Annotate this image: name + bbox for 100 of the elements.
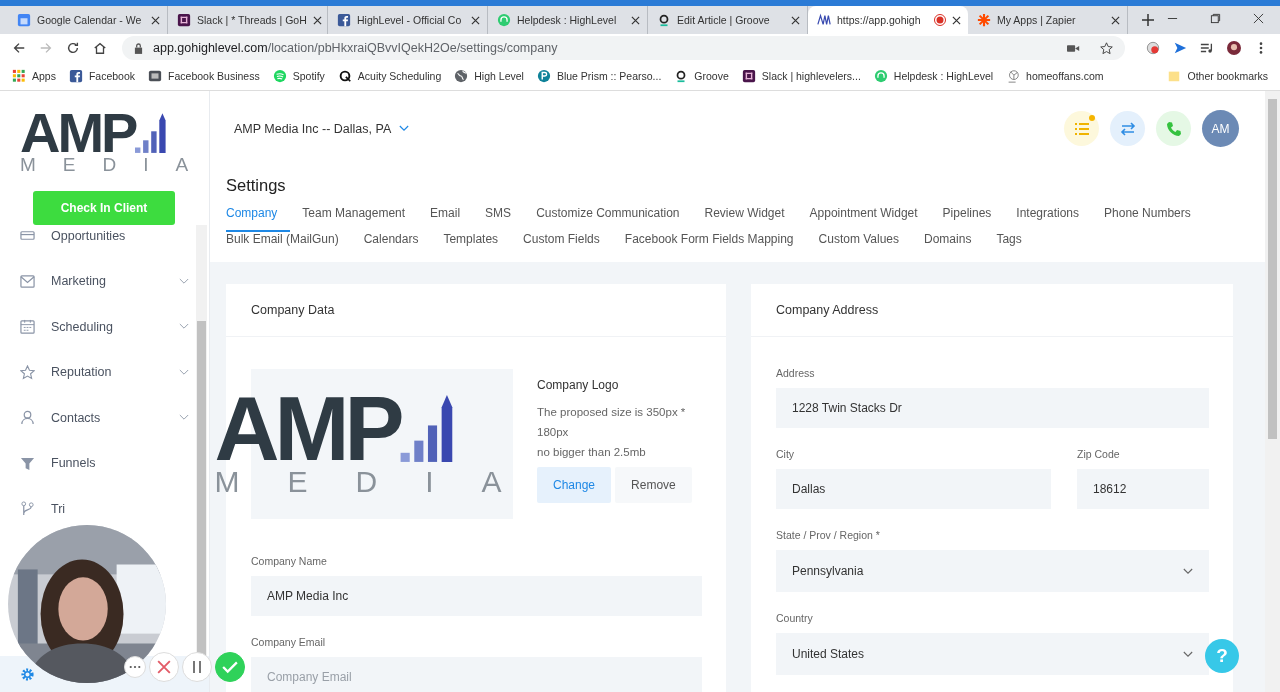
play-icon[interactable] xyxy=(1173,41,1187,55)
bookmark-icon xyxy=(454,69,469,83)
input-field[interactable]: 18612 xyxy=(1077,469,1209,509)
profile-avatar-icon[interactable] xyxy=(1227,41,1241,55)
funnel-icon xyxy=(20,455,35,471)
settings-tab[interactable]: SMS xyxy=(472,206,524,232)
field-label: Zip Code xyxy=(1077,448,1121,460)
input-field[interactable]: Dallas xyxy=(776,469,1051,509)
settings-tab[interactable]: Integrations xyxy=(1003,206,1092,232)
scrollbar[interactable] xyxy=(1265,91,1280,692)
scrollbar[interactable] xyxy=(196,225,207,656)
sidebar-item[interactable]: Contacts xyxy=(0,395,209,441)
settings-icon[interactable] xyxy=(20,666,35,682)
close-icon[interactable] xyxy=(791,15,800,25)
settings-tab[interactable]: Tags xyxy=(983,232,1035,258)
select-field[interactable]: Pennsylvania xyxy=(776,550,1209,592)
tab-favicon-icon xyxy=(817,13,831,27)
restore-icon[interactable] xyxy=(1210,13,1221,24)
close-icon[interactable] xyxy=(312,15,322,25)
settings-tab[interactable]: Facebook Form Fields Mapping xyxy=(612,232,807,258)
sidebar-item[interactable]: Funnels xyxy=(0,440,209,486)
pause-icon xyxy=(191,660,203,674)
back-icon[interactable] xyxy=(12,41,26,55)
close-icon[interactable] xyxy=(151,15,160,25)
star-icon xyxy=(20,364,35,380)
input-field[interactable]: 1228 Twin Stacks Dr xyxy=(776,388,1209,428)
bookmark[interactable]: Groove xyxy=(674,69,729,83)
settings-tab[interactable]: Company xyxy=(226,206,290,232)
settings-tab[interactable]: Email xyxy=(417,206,473,232)
browser-tab[interactable]: https://app.gohigh xyxy=(808,6,968,34)
bookmark-icon xyxy=(536,69,551,83)
settings-tab[interactable]: Bulk Email (MailGun) xyxy=(226,232,352,258)
user-avatar[interactable]: AM xyxy=(1202,110,1239,147)
sidebar-item[interactable]: Tri xyxy=(0,486,209,532)
star-icon[interactable] xyxy=(1100,41,1113,55)
bookmark[interactable]: homeoffans.com xyxy=(1006,69,1104,83)
close-icon[interactable] xyxy=(1111,15,1120,25)
mail-icon xyxy=(20,273,35,289)
home-icon[interactable] xyxy=(93,41,107,55)
bookmark[interactable]: Acuity Scheduling xyxy=(337,69,442,83)
settings-tab[interactable]: Review Widget xyxy=(692,206,798,232)
chevron-down-icon xyxy=(1183,567,1193,575)
sidebar-item[interactable]: Marketing xyxy=(0,258,209,304)
settings-tab[interactable]: Appointment Widget xyxy=(797,206,931,232)
input-field[interactable]: AMP Media Inc xyxy=(251,576,702,616)
page-title: Settings xyxy=(226,176,287,195)
bookmark[interactable]: Slack | highlevelers... xyxy=(741,69,861,83)
remove-button[interactable]: Remove xyxy=(615,467,692,503)
phone-icon xyxy=(1165,120,1182,137)
sidebar-item[interactable]: Reputation xyxy=(0,349,209,395)
new-tab-icon[interactable] xyxy=(1142,14,1154,26)
logo-hint: no bigger than 2.5mb xyxy=(537,445,647,460)
address-bar[interactable]: app.gohighlevel.com/location/pbHkxraiQBvvIQekH2Oe/settings/company xyxy=(122,36,1125,60)
settings-tab[interactable]: Team Management xyxy=(289,206,418,232)
bookmark[interactable]: High Level xyxy=(454,69,524,83)
close-icon[interactable] xyxy=(952,15,961,25)
bookmark-icon xyxy=(873,69,888,83)
bookmark-folder[interactable]: Other bookmarks xyxy=(1167,69,1268,83)
close-icon[interactable] xyxy=(631,15,640,25)
settings-tab[interactable]: Custom Fields xyxy=(510,232,613,258)
list-icon xyxy=(1073,120,1090,137)
bookmark[interactable]: Apps xyxy=(12,69,56,83)
close-icon[interactable] xyxy=(1253,13,1264,24)
settings-tab[interactable]: Calendars xyxy=(351,232,431,258)
bookmark[interactable]: Spotify xyxy=(272,69,325,83)
field-label: Company Email xyxy=(251,636,327,648)
settings-tab[interactable]: Phone Numbers xyxy=(1091,206,1204,232)
settings-tab[interactable]: Customize Communication xyxy=(523,206,692,232)
extension-icon[interactable] xyxy=(1146,41,1160,55)
bookmark[interactable]: Helpdesk : HighLevel xyxy=(873,69,994,83)
folder-icon xyxy=(1167,69,1182,83)
settings-tab[interactable]: Templates xyxy=(430,232,511,258)
select-field[interactable]: United States xyxy=(776,633,1209,675)
bookmark-icon xyxy=(12,69,26,83)
tab-favicon-icon xyxy=(177,13,191,27)
settings-tab[interactable]: Domains xyxy=(911,232,984,258)
chevron-down-icon xyxy=(1183,650,1193,658)
playlist-icon[interactable] xyxy=(1200,41,1214,55)
field-label: Address xyxy=(776,367,816,379)
calendar-icon xyxy=(20,319,35,335)
sidebar-item[interactable]: Opportunities xyxy=(0,225,209,259)
reload-icon[interactable] xyxy=(66,41,80,55)
field-label: Country xyxy=(776,612,814,624)
bookmark-icon xyxy=(272,69,287,83)
bookmark-icon xyxy=(337,69,352,83)
person-icon xyxy=(20,410,35,426)
field-label: Company Name xyxy=(251,555,328,567)
bookmark[interactable]: Facebook xyxy=(68,69,136,83)
close-icon[interactable] xyxy=(471,15,480,25)
switch-button[interactable] xyxy=(1110,111,1145,146)
field-label: City xyxy=(776,448,796,460)
sidebar-item[interactable]: Scheduling xyxy=(0,304,209,350)
settings-tab[interactable]: Pipelines xyxy=(930,206,1004,232)
chevron-down-icon xyxy=(399,125,410,132)
bookmark[interactable]: Facebook Business xyxy=(148,69,260,83)
settings-tab[interactable]: Custom Values xyxy=(806,232,912,258)
input-field[interactable]: Company Email xyxy=(251,657,702,692)
bookmark-icon xyxy=(1006,69,1021,83)
location-selector[interactable]: AMP Media Inc -- Dallas, PA xyxy=(234,121,410,136)
bookmark[interactable]: Blue Prism :: Pearso... xyxy=(536,69,662,83)
